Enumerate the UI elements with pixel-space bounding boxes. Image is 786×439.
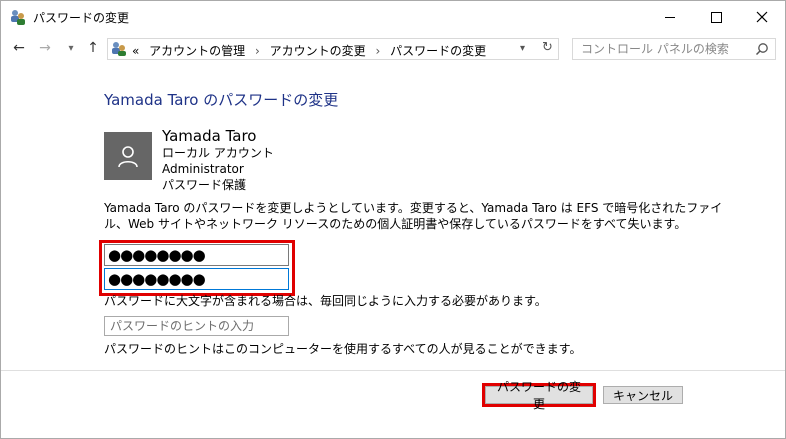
new-password-mask: ●●●●●●●● xyxy=(108,246,206,264)
case-sensitivity-notice: パスワードに大文字が含まれる場合は、毎回同じように入力する必要があります。 xyxy=(104,294,547,308)
maximize-icon xyxy=(710,11,722,23)
password-protection-status: パスワード保護 xyxy=(162,178,247,192)
up-button[interactable]: ↑ xyxy=(83,40,103,56)
confirm-password-mask: ●●●●●●●● xyxy=(108,270,206,288)
maximize-button[interactable] xyxy=(693,1,739,33)
user-icon xyxy=(118,146,138,168)
confirm-password-field[interactable]: ●●●●●●●● xyxy=(104,268,289,290)
page-title: Yamada Taro のパスワードの変更 xyxy=(104,91,339,109)
address-dropdown-chevron-down-icon[interactable]: ▾ xyxy=(520,43,525,54)
back-button[interactable]: ← xyxy=(9,40,29,56)
forward-button[interactable]: → xyxy=(35,40,55,56)
change-password-button[interactable]: パスワードの変更 xyxy=(485,380,593,411)
warning-description: Yamada Taro のパスワードを変更しようとしています。変更すると、Yam… xyxy=(104,201,723,231)
breadcrumb: « アカウントの管理 › アカウントの変更 › パスワードの変更 xyxy=(132,42,486,59)
breadcrumb-overflow[interactable]: « xyxy=(132,44,139,58)
search-input[interactable] xyxy=(579,41,753,57)
password-hint-box[interactable] xyxy=(104,316,289,336)
user-accounts-icon xyxy=(112,42,126,56)
refresh-icon[interactable]: ↻ xyxy=(542,40,553,55)
breadcrumb-separator-icon[interactable]: › xyxy=(376,44,381,58)
minimize-button[interactable] xyxy=(647,1,693,33)
search-box[interactable] xyxy=(572,38,776,60)
account-type: ローカル アカウント xyxy=(162,146,274,160)
hint-description: パスワードのヒントはこのコンピューターを使用するすべての人が見ることができます。 xyxy=(104,342,582,356)
user-info: Yamada Taro ローカル アカウント Administrator パスワ… xyxy=(162,127,274,193)
minimize-icon xyxy=(665,16,675,18)
breadcrumb-item-password-change[interactable]: パスワードの変更 xyxy=(390,44,486,58)
cancel-button[interactable]: キャンセル xyxy=(603,386,683,404)
recent-locations-chevron-down-icon[interactable]: ▾ xyxy=(61,43,81,54)
close-icon xyxy=(756,11,768,23)
navigation-bar: ← → ▾ ↑ « アカウントの管理 › アカウントの変更 › パスワードの変更… xyxy=(1,34,785,64)
divider xyxy=(1,370,785,371)
breadcrumb-separator-icon[interactable]: › xyxy=(255,44,260,58)
user-accounts-icon xyxy=(11,10,25,25)
avatar xyxy=(104,132,152,180)
window: パスワードの変更 ← → ▾ ↑ « アカウントの管理 › アカウントの変更 › xyxy=(0,0,786,439)
password-hint-input[interactable] xyxy=(108,318,287,334)
title-bar[interactable]: パスワードの変更 xyxy=(1,1,785,33)
breadcrumb-item-account-management[interactable]: アカウントの管理 xyxy=(149,44,245,58)
search-icon[interactable] xyxy=(755,42,769,56)
address-bar[interactable]: « アカウントの管理 › アカウントの変更 › パスワードの変更 ▾ ↻ xyxy=(107,38,559,60)
window-title: パスワードの変更 xyxy=(33,11,130,25)
new-password-field[interactable]: ●●●●●●●● xyxy=(104,244,289,266)
account-role: Administrator xyxy=(162,162,244,176)
breadcrumb-item-account-change[interactable]: アカウントの変更 xyxy=(270,44,366,58)
close-button[interactable] xyxy=(739,1,785,33)
user-name: Yamada Taro xyxy=(162,127,257,145)
